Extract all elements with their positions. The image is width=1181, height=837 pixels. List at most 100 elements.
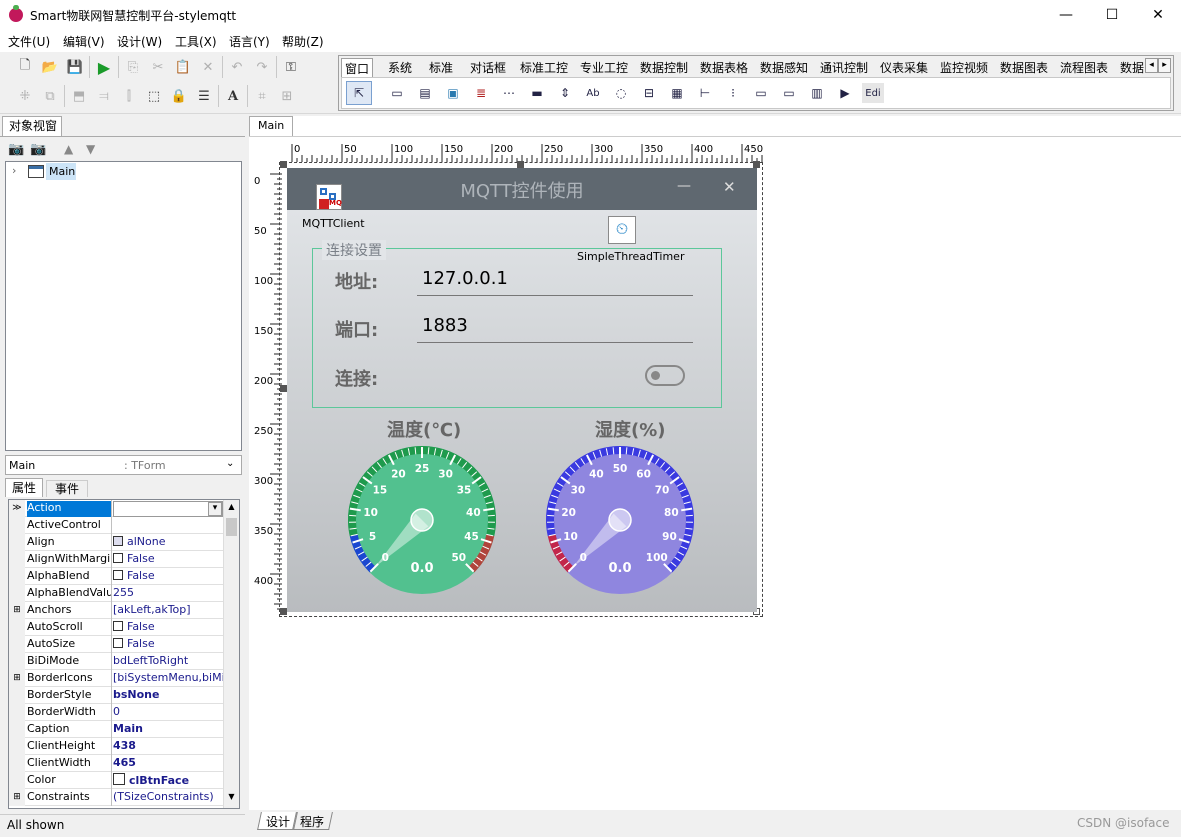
palette-tab-flow[interactable]: 流程图表 bbox=[1057, 58, 1111, 78]
palette-scroll-right[interactable]: ▸ bbox=[1158, 58, 1171, 73]
property-row[interactable]: BiDiMode bdLeftToRight bbox=[9, 653, 227, 670]
palette-tab-chart[interactable]: 数据图表 bbox=[997, 58, 1051, 78]
palette-scroll-left[interactable]: ◂ bbox=[1145, 58, 1158, 73]
resize-handle[interactable] bbox=[517, 161, 524, 168]
save-icon[interactable]: 💾 bbox=[64, 56, 86, 78]
component-combo-icon[interactable]: ▭ bbox=[750, 83, 772, 103]
component-list-icon[interactable]: ⁝ bbox=[722, 83, 744, 103]
component-calendar-icon[interactable]: ▦ bbox=[666, 83, 688, 103]
property-row[interactable]: BorderWidth 0 bbox=[9, 704, 227, 721]
property-value[interactable]: 255 bbox=[113, 586, 223, 602]
property-row[interactable]: ActiveControl bbox=[9, 517, 227, 534]
form-close-button[interactable]: ✕ bbox=[723, 178, 736, 196]
property-row[interactable]: AlignWithMargins False bbox=[9, 551, 227, 568]
checkbox-icon[interactable] bbox=[113, 570, 123, 580]
checkbox-icon[interactable] bbox=[113, 621, 123, 631]
property-value[interactable]: bsNone bbox=[113, 688, 223, 704]
property-row[interactable]: ClientHeight 438 bbox=[9, 738, 227, 755]
object-add-icon[interactable]: 📷 bbox=[8, 142, 24, 157]
property-row[interactable]: ≫ Action ▾ bbox=[9, 500, 227, 517]
property-value[interactable]: alNone bbox=[113, 535, 223, 551]
object-remove-icon[interactable]: 📷 bbox=[30, 142, 46, 157]
property-scrollbar[interactable]: ▲ ▼ bbox=[223, 500, 239, 808]
property-row[interactable]: AlphaBlend False bbox=[9, 568, 227, 585]
property-value[interactable]: False bbox=[113, 637, 223, 653]
component-image-icon[interactable]: ▣ bbox=[442, 83, 464, 103]
resize-handle[interactable] bbox=[280, 161, 287, 168]
timer-icon[interactable]: ⏲ bbox=[608, 216, 636, 244]
property-value[interactable]: False bbox=[113, 620, 223, 636]
property-value[interactable]: bdLeftToRight bbox=[113, 654, 223, 670]
tab-properties[interactable]: 属性 bbox=[5, 478, 43, 497]
font-icon[interactable]: A bbox=[222, 85, 244, 107]
component-frame-icon[interactable]: ▭ bbox=[386, 83, 408, 103]
component-button-icon[interactable]: ▭ bbox=[778, 83, 800, 103]
mqtt-client-icon[interactable]: MQ bbox=[316, 184, 342, 210]
expand-chevron-icon[interactable]: › bbox=[12, 164, 16, 177]
palette-tab-dialog[interactable]: 对话框 bbox=[467, 58, 509, 78]
pointer-icon[interactable]: ⇱ bbox=[346, 81, 372, 105]
palette-tab-standard[interactable]: 标准 bbox=[426, 58, 456, 78]
close-button[interactable]: ✕ bbox=[1135, 0, 1181, 30]
property-row[interactable]: ⊞BorderIcons [biSystemMenu,biMinimize] bbox=[9, 670, 227, 687]
property-value[interactable]: (TSizeConstraints) bbox=[113, 790, 223, 806]
dropdown-icon[interactable]: ▾ bbox=[208, 502, 222, 516]
port-input[interactable]: 1883 bbox=[417, 315, 693, 343]
component-speech-icon[interactable]: ◌ bbox=[610, 83, 632, 103]
form-minimize-button[interactable]: — bbox=[677, 178, 691, 194]
menu-file[interactable]: 文件(U) bbox=[8, 33, 50, 50]
move-up-icon[interactable]: ▲ bbox=[64, 142, 73, 156]
expand-icon[interactable]: ⊞ bbox=[9, 602, 25, 619]
cut-icon[interactable]: ✂ bbox=[147, 56, 169, 78]
palette-tab-meter[interactable]: 仪表采集 bbox=[877, 58, 931, 78]
resize-handle[interactable] bbox=[280, 608, 287, 615]
expand-icon[interactable]: ⊞ bbox=[9, 789, 25, 806]
align-grid-icon[interactable]: ⁜ bbox=[14, 85, 36, 107]
tree-node-main[interactable]: Main bbox=[49, 165, 75, 178]
palette-tab-data-grid[interactable]: 数据表格 bbox=[697, 58, 751, 78]
palette-tab-system[interactable]: 系统 bbox=[385, 58, 415, 78]
grid-size-icon[interactable]: ⊞ bbox=[276, 85, 298, 107]
property-value[interactable]: 0 bbox=[113, 705, 223, 721]
property-row[interactable]: ⊞ Constraints (TSizeConstraints) bbox=[9, 789, 227, 806]
property-row[interactable]: BorderStyle bsNone bbox=[9, 687, 227, 704]
property-value[interactable]: ▾ bbox=[113, 501, 223, 517]
component-memo-icon[interactable]: ≣ bbox=[470, 83, 492, 103]
delete-icon[interactable]: ✕ bbox=[197, 56, 219, 78]
property-value[interactable]: Main bbox=[113, 722, 223, 738]
tab-design[interactable]: 设计 bbox=[266, 813, 290, 830]
designer-tab-main[interactable]: Main bbox=[249, 116, 293, 136]
property-row[interactable]: AutoSize False bbox=[9, 636, 227, 653]
menu-tools[interactable]: 工具(X) bbox=[175, 33, 217, 50]
property-row[interactable]: ⊞ Anchors [akLeft,akTop] bbox=[9, 602, 227, 619]
property-value[interactable]: 465 bbox=[113, 756, 223, 772]
component-edit-icon[interactable]: Ab bbox=[582, 83, 604, 103]
open-folder-icon[interactable]: 📂 bbox=[39, 56, 61, 78]
key-icon[interactable]: ⚿ bbox=[280, 56, 302, 78]
resize-handle[interactable] bbox=[753, 161, 760, 168]
expand-icon[interactable]: ⊞ bbox=[9, 670, 25, 687]
component-spin-icon[interactable]: ⇕ bbox=[554, 83, 576, 103]
component-panel-icon[interactable]: ▤ bbox=[414, 83, 436, 103]
component-bar-icon[interactable]: ▬ bbox=[526, 83, 548, 103]
property-row[interactable]: ClientWidth 465 bbox=[9, 755, 227, 772]
property-row[interactable]: Align alNone bbox=[9, 534, 227, 551]
property-value[interactable]: [akLeft,akTop] bbox=[113, 603, 223, 619]
resize-handle[interactable] bbox=[280, 385, 287, 392]
align-copy-icon[interactable]: ⧉ bbox=[39, 85, 61, 107]
select-all-icon[interactable]: ⬚ bbox=[143, 85, 165, 107]
property-value[interactable]: False bbox=[113, 569, 223, 585]
minimize-button[interactable]: — bbox=[1043, 0, 1089, 30]
tab-code[interactable]: 程序 bbox=[300, 813, 324, 830]
copy-icon[interactable]: ⎘ bbox=[122, 56, 144, 78]
component-window-icon[interactable]: ⊟ bbox=[638, 83, 660, 103]
address-input[interactable]: 127.0.0.1 bbox=[417, 268, 693, 296]
palette-tab-data[interactable]: 数据 bbox=[1117, 58, 1147, 78]
menu-design[interactable]: 设计(W) bbox=[117, 33, 162, 50]
property-value[interactable]: clBtnFace bbox=[113, 773, 223, 789]
menu-language[interactable]: 语言(Y) bbox=[229, 33, 270, 50]
tab-order-icon[interactable]: ☰ bbox=[193, 85, 215, 107]
chevron-down-icon[interactable]: ⌄ bbox=[226, 458, 234, 469]
paste-icon[interactable]: 📋 bbox=[172, 56, 194, 78]
lock-icon[interactable]: 🔒 bbox=[168, 85, 190, 107]
